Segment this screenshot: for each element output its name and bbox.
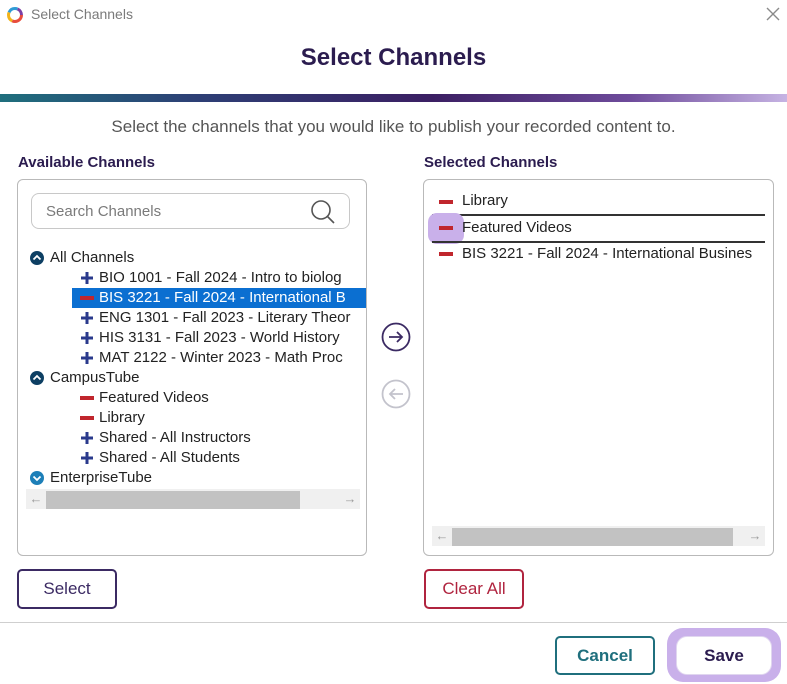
tree-group-label: CampusTube	[50, 369, 140, 386]
chevron-up-icon[interactable]	[30, 251, 44, 265]
minus-icon[interactable]	[439, 252, 453, 256]
window-titlebar: Select Channels	[0, 0, 787, 30]
tree-item-shared-instructors[interactable]: Shared - All Instructors	[72, 428, 366, 448]
selected-item-label: BIS 3221 - Fall 2024 - International Bus…	[462, 245, 753, 262]
selected-item-bis-3221[interactable]: BIS 3221 - Fall 2024 - International Bus…	[432, 241, 765, 267]
tree-group-all-channels[interactable]: All Channels	[30, 248, 366, 268]
chevron-down-icon[interactable]	[30, 471, 44, 485]
tree-item-bio-1001[interactable]: BIO 1001 - Fall 2024 - Intro to biolog	[72, 268, 366, 288]
window-title: Select Channels	[31, 6, 133, 22]
cancel-button[interactable]: Cancel	[555, 636, 655, 675]
scroll-left-icon[interactable]: ←	[432, 526, 452, 546]
chevron-up-icon[interactable]	[30, 371, 44, 385]
tree-group-enterprisetube[interactable]: EnterpriseTube	[30, 468, 366, 488]
plus-icon[interactable]	[80, 311, 94, 325]
close-icon[interactable]	[763, 4, 783, 24]
tree-item-featured-videos[interactable]: Featured Videos	[72, 388, 366, 408]
instructions-text: Select the channels that you would like …	[111, 117, 676, 136]
tree-item-label: Library	[99, 409, 145, 426]
minus-icon[interactable]	[439, 200, 453, 204]
scrollbar-thumb[interactable]	[452, 528, 733, 546]
tree-item-shared-students[interactable]: Shared - All Students	[72, 448, 366, 468]
plus-icon[interactable]	[80, 331, 94, 345]
selected-item-label: Library	[462, 192, 508, 209]
search-input[interactable]	[44, 201, 304, 221]
tree-item-label: HIS 3131 - Fall 2023 - World History	[99, 329, 340, 346]
tree-item-mat-2122[interactable]: MAT 2122 - Winter 2023 - Math Proc	[72, 348, 366, 368]
minus-icon[interactable]	[439, 226, 453, 230]
minus-icon[interactable]	[80, 296, 94, 300]
footer-divider	[0, 622, 787, 623]
scroll-right-icon[interactable]: →	[340, 489, 360, 509]
clear-all-button[interactable]: Clear All	[424, 569, 524, 609]
scrollbar-thumb[interactable]	[46, 491, 300, 509]
tree-item-label: Shared - All Students	[99, 449, 240, 466]
scroll-left-icon[interactable]: ←	[26, 489, 46, 509]
save-button[interactable]: Save	[676, 636, 772, 675]
plus-icon[interactable]	[80, 431, 94, 445]
app-logo-icon	[7, 7, 23, 23]
available-channels-panel: All Channels BIO 1001 - Fall 2024 - Intr…	[17, 179, 367, 556]
plus-icon[interactable]	[80, 351, 94, 365]
tree-group-label: All Channels	[50, 249, 135, 266]
tree-item-his-3131[interactable]: HIS 3131 - Fall 2023 - World History	[72, 328, 366, 348]
tree-group-label: EnterpriseTube	[50, 469, 152, 486]
available-channels-label: Available Channels	[18, 154, 155, 171]
tree-item-label: Shared - All Instructors	[99, 429, 251, 446]
plus-icon[interactable]	[80, 271, 94, 285]
plus-icon[interactable]	[80, 451, 94, 465]
select-button[interactable]: Select	[17, 569, 117, 609]
horizontal-scrollbar[interactable]: ← →	[26, 489, 360, 509]
remove-arrow-icon[interactable]	[381, 379, 411, 409]
tree-item-label: MAT 2122 - Winter 2023 - Math Proc	[99, 349, 343, 366]
scroll-right-icon[interactable]: →	[745, 526, 765, 546]
tree-item-label: Featured Videos	[99, 389, 209, 406]
add-arrow-icon[interactable]	[381, 322, 411, 352]
header-gradient-divider	[0, 94, 787, 102]
tree-group-campustube[interactable]: CampusTube	[30, 368, 366, 388]
search-icon[interactable]	[309, 198, 337, 226]
tree-item-library[interactable]: Library	[72, 408, 366, 428]
dialog-heading: Select Channels	[300, 44, 487, 71]
horizontal-scrollbar[interactable]: ← →	[432, 526, 765, 546]
tree-item-label: ENG 1301 - Fall 2023 - Literary Theor	[99, 309, 351, 326]
selected-channels-label: Selected Channels	[424, 154, 558, 171]
tree-item-bis-3221[interactable]: BIS 3221 - Fall 2024 - International B	[72, 288, 366, 308]
minus-icon[interactable]	[80, 396, 94, 400]
selected-item-label: Featured Videos	[462, 219, 572, 236]
tree-item-label: BIS 3221 - Fall 2024 - International B	[99, 289, 346, 306]
selected-item-featured-videos[interactable]: Featured Videos	[428, 213, 765, 244]
search-box[interactable]	[31, 193, 350, 229]
tree-item-label: BIO 1001 - Fall 2024 - Intro to biolog	[99, 269, 342, 286]
selected-channels-panel: Library Featured Videos BIS 3221 - Fall …	[423, 179, 774, 556]
selected-item-library[interactable]: Library	[432, 188, 765, 214]
minus-icon[interactable]	[80, 416, 94, 420]
tree-item-eng-1301[interactable]: ENG 1301 - Fall 2023 - Literary Theor	[72, 308, 366, 328]
